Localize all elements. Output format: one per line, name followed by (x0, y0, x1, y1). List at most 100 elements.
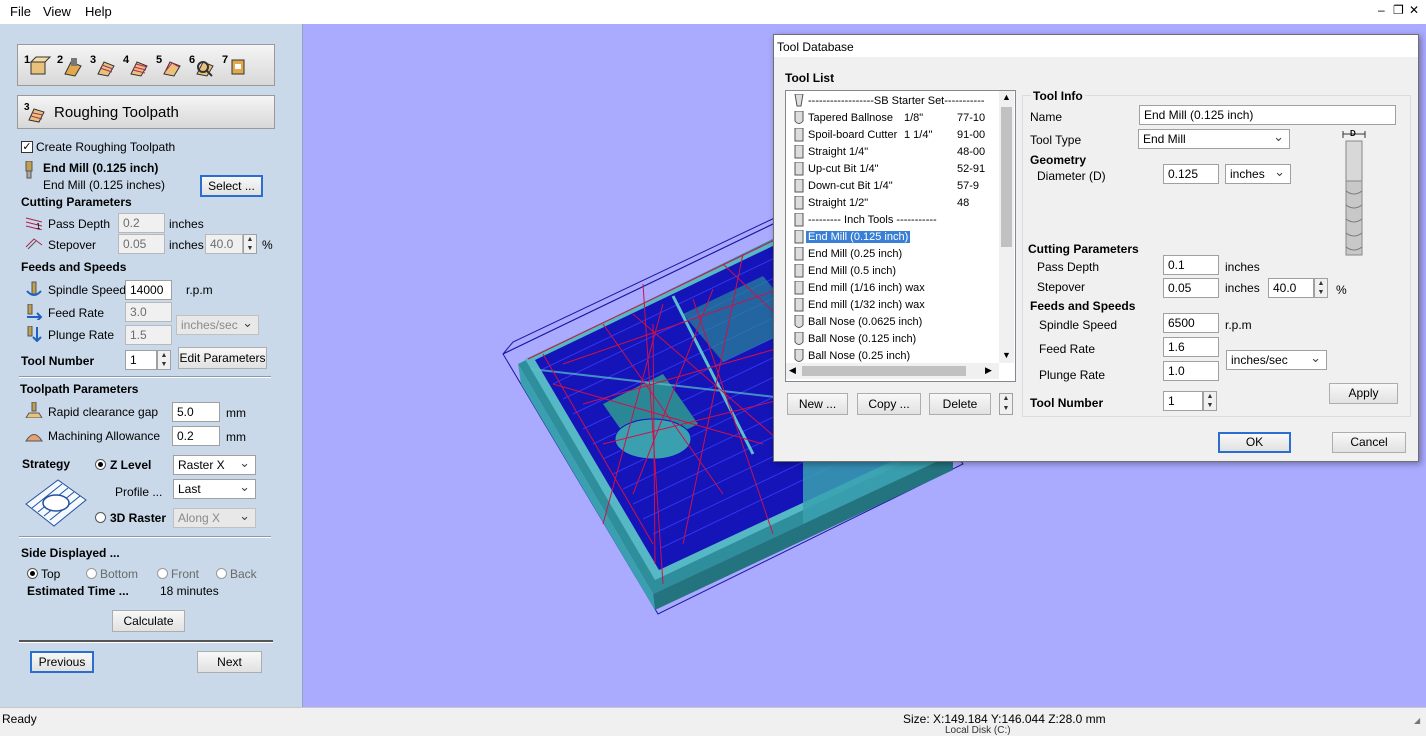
scroll-right-icon[interactable]: ▶ (985, 365, 992, 376)
pass-depth-input[interactable]: 0.2 (118, 213, 165, 233)
step-3-icon[interactable]: 3 (90, 54, 118, 78)
previous-button[interactable]: Previous (30, 651, 94, 673)
rate-unit-select[interactable]: inches/sec (176, 315, 259, 335)
close-icon[interactable]: ✕ (1409, 3, 1419, 17)
list-item[interactable]: Ball Nose (0.125 inch) (792, 331, 999, 348)
list-item[interactable]: Up-cut Bit 1/4" 52-91 (792, 161, 999, 178)
stepover-percent-input[interactable]: 40.0 (1268, 278, 1314, 298)
scroll-up-icon[interactable]: ▲ (1002, 92, 1011, 102)
step-5-icon[interactable]: 5 (156, 54, 184, 78)
tool-type-select[interactable]: End Mill (1138, 129, 1290, 149)
z-level-select[interactable]: Raster X (173, 455, 256, 475)
cancel-button[interactable]: Cancel (1332, 432, 1406, 453)
list-item[interactable]: Straight 1/4" 48-00 (792, 144, 999, 161)
percent-sign: % (262, 238, 273, 252)
create-toolpath-checkbox[interactable]: ✓ (21, 141, 33, 153)
scroll-left-icon[interactable]: ◀ (789, 365, 796, 376)
end-mill-bit-icon (794, 162, 804, 176)
3d-raster-select[interactable]: Along X (173, 508, 256, 528)
list-item-selected[interactable]: End Mill (0.125 inch) (792, 229, 999, 246)
feed-rate-input[interactable]: 3.0 (125, 302, 172, 322)
plunge-rate-input[interactable]: 1.0 (1163, 361, 1219, 381)
stepover-percent-input[interactable]: 40.0 (205, 234, 243, 254)
machining-allowance-input[interactable]: 0.2 (172, 426, 220, 446)
stepover-label: Stepover (1037, 280, 1086, 294)
tool-list-vscrollbar[interactable]: ▲ ▼ (999, 91, 1014, 363)
scroll-down-icon[interactable]: ▼ (1002, 350, 1011, 360)
profile-select[interactable]: Last (173, 479, 256, 499)
tool-item-name: Spoil-board Cutter (808, 129, 898, 141)
calculate-button[interactable]: Calculate (112, 610, 185, 632)
3d-raster-label: 3D Raster (110, 511, 167, 525)
feed-rate-input[interactable]: 1.6 (1163, 337, 1219, 357)
step-4-icon[interactable]: 4 (123, 54, 151, 78)
list-item[interactable]: End mill (1/16 inch) wax (792, 280, 999, 297)
step-7-icon[interactable]: 7 (222, 54, 250, 78)
stepover-input[interactable]: 0.05 (1163, 278, 1219, 298)
list-item[interactable]: ------------------SB Starter Set--------… (792, 93, 999, 110)
menu-view[interactable]: View (43, 4, 71, 19)
diameter-label: Diameter (D) (1037, 169, 1106, 183)
edit-parameters-button[interactable]: Edit Parameters (178, 347, 267, 369)
rate-unit-select[interactable]: inches/sec (1226, 350, 1327, 370)
tool-number-spinner[interactable]: ▲ ▼ (157, 350, 171, 370)
side-bottom-radio[interactable] (86, 568, 97, 579)
new-tool-button[interactable]: New ... (787, 393, 848, 415)
side-front-radio[interactable] (157, 568, 168, 579)
reorder-spinner[interactable]: ▲ ▼ (999, 393, 1013, 415)
side-back-radio[interactable] (216, 568, 227, 579)
menu-file[interactable]: File (10, 4, 31, 19)
estimated-time-label: Estimated Time ... (27, 584, 129, 598)
list-item[interactable]: End Mill (0.5 inch) (792, 263, 999, 280)
list-item[interactable]: Straight 1/2" 48 (792, 195, 999, 212)
plunge-rate-icon (27, 326, 42, 342)
stepover-input[interactable]: 0.05 (118, 234, 165, 254)
percent-sign: % (1336, 283, 1347, 297)
3d-raster-radio[interactable] (95, 512, 106, 523)
z-level-radio[interactable] (95, 459, 106, 470)
end-mill-bit-icon (794, 247, 804, 261)
hscroll-thumb[interactable] (802, 366, 966, 376)
tool-item-name: End Mill (0.25 inch) (808, 248, 903, 260)
tool-number-input[interactable]: 1 (1163, 391, 1203, 411)
tool-number-spinner[interactable]: ▲ ▼ (1203, 391, 1217, 411)
minimize-icon[interactable]: – (1378, 3, 1385, 17)
rapid-clearance-icon (25, 402, 43, 418)
tool-number-input[interactable]: 1 (125, 350, 157, 370)
list-item[interactable]: End Mill (0.25 inch) (792, 246, 999, 263)
menu-help[interactable]: Help (85, 4, 112, 19)
diameter-input[interactable]: 0.125 (1163, 164, 1219, 184)
list-item[interactable]: End mill (1/32 inch) wax (792, 297, 999, 314)
stepover-percent-spinner[interactable]: ▲ ▼ (243, 234, 257, 254)
rapid-clearance-input[interactable]: 5.0 (172, 402, 220, 422)
pass-depth-input[interactable]: 0.1 (1163, 255, 1219, 275)
delete-tool-button[interactable]: Delete (929, 393, 991, 415)
spindle-speed-unit: r.p.m (1225, 318, 1252, 332)
resize-grip-icon[interactable]: ◢ (1414, 716, 1420, 725)
list-item[interactable]: Down-cut Bit 1/4" 57-9 (792, 178, 999, 195)
step-1-icon[interactable]: 1 (24, 54, 52, 78)
side-top-radio[interactable] (27, 568, 38, 579)
spindle-speed-input[interactable]: 6500 (1163, 313, 1219, 333)
restore-icon[interactable]: ❐ (1393, 3, 1404, 17)
scroll-thumb[interactable] (1001, 107, 1012, 247)
list-item[interactable]: --------- Inch Tools ----------- (792, 212, 999, 229)
plunge-rate-input[interactable]: 1.5 (125, 325, 172, 345)
apply-button[interactable]: Apply (1329, 383, 1398, 404)
list-item[interactable]: Spoil-board Cutter 1 1/4" 91-00 (792, 127, 999, 144)
spindle-speed-input[interactable]: 14000 (125, 280, 172, 300)
tool-name-input[interactable]: End Mill (0.125 inch) (1139, 105, 1396, 125)
stepover-percent-spinner[interactable]: ▲ ▼ (1314, 278, 1328, 298)
list-item[interactable]: Ball Nose (0.25 inch) (792, 348, 999, 363)
copy-tool-button[interactable]: Copy ... (857, 393, 921, 415)
step-6-icon[interactable]: 6 (189, 54, 217, 78)
step-2-icon[interactable]: 2 (57, 54, 85, 78)
tool-list-hscrollbar[interactable]: ◀ ▶ (786, 363, 999, 379)
next-button[interactable]: Next (197, 651, 262, 673)
select-tool-button[interactable]: Select ... (200, 175, 263, 197)
list-item[interactable]: Tapered Ballnose 1/8" 77-10 (792, 110, 999, 127)
tool-list[interactable]: ------------------SB Starter Set--------… (785, 90, 1016, 382)
diameter-unit-select[interactable]: inches (1225, 164, 1291, 184)
list-item[interactable]: Ball Nose (0.0625 inch) (792, 314, 999, 331)
ok-button[interactable]: OK (1218, 432, 1291, 453)
